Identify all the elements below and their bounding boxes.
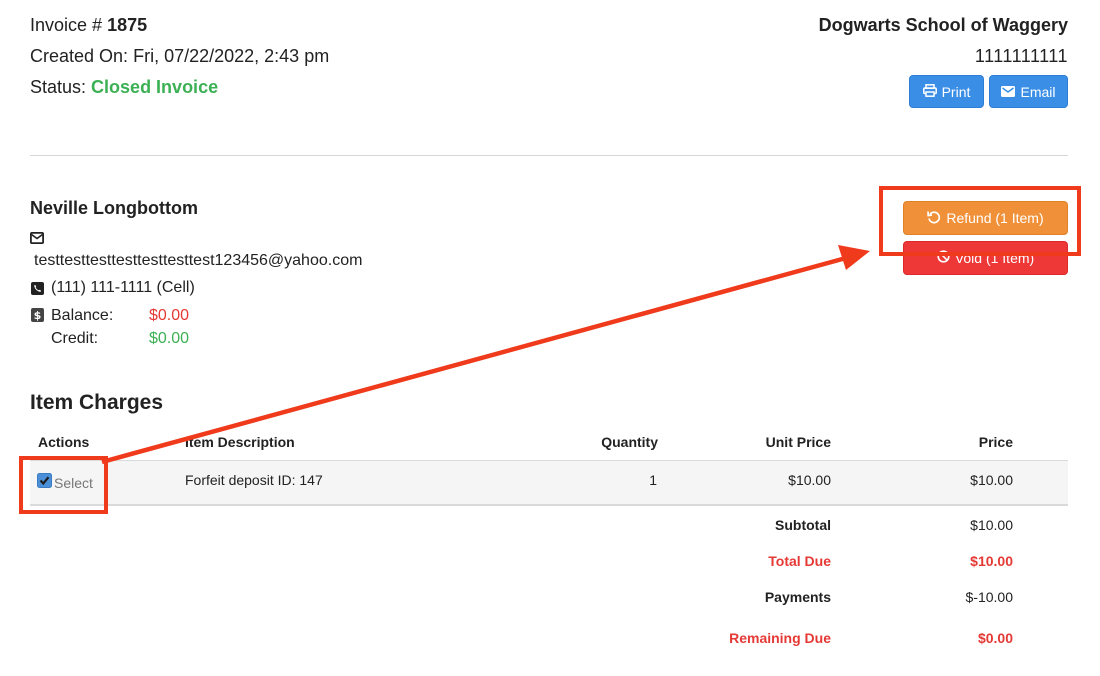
annotation-arrow (101, 245, 870, 465)
